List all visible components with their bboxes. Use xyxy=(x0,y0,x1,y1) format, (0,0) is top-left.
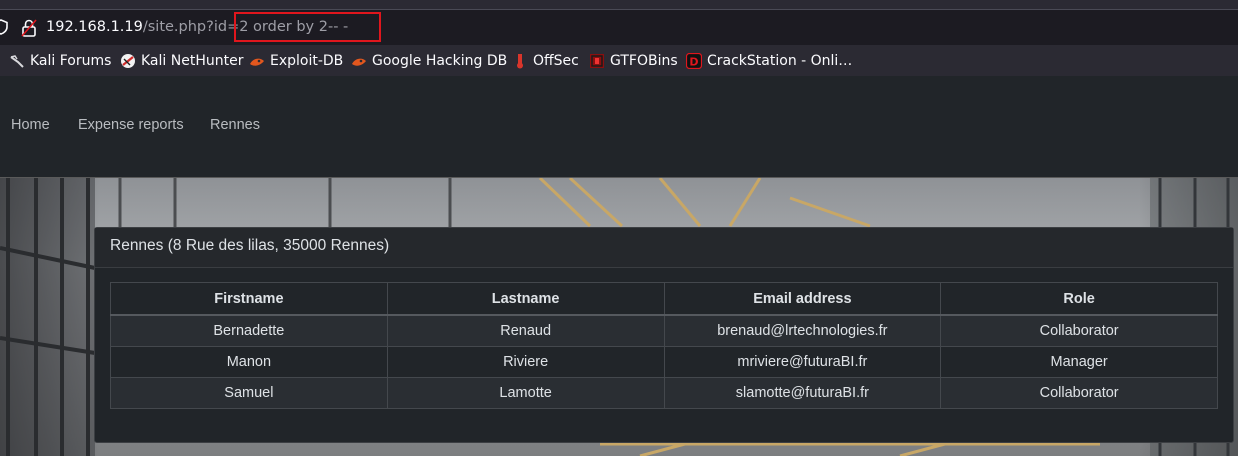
bookmark-label: GTFOBins xyxy=(610,53,678,69)
url-host: 192.168.1.19 xyxy=(46,19,143,35)
employees-table: Firstname Lastname Email address Role Be… xyxy=(110,282,1218,409)
bookmark-exploit-db[interactable]: Exploit-DB xyxy=(249,51,343,71)
svg-text:D: D xyxy=(689,55,698,68)
table-row: Bernadette Renaud brenaud@lrtechnologies… xyxy=(110,314,1218,347)
column-header: Lastname xyxy=(386,282,665,316)
exploitdb-icon xyxy=(250,58,264,66)
gtfobins-icon xyxy=(590,54,604,68)
url-field[interactable]: 192.168.1.19/site.php?id=2 order by 2-- … xyxy=(0,13,1238,41)
table-cell: Renaud xyxy=(386,314,665,347)
table-cell: Collaborator xyxy=(940,377,1218,409)
bookmark-label: OffSec xyxy=(533,53,579,69)
bookmark-kali-nethunter[interactable]: Kali NetHunter xyxy=(120,51,243,71)
url-path: /site.php?id=2 xyxy=(142,19,249,35)
nav-link-rennes[interactable]: Rennes xyxy=(210,117,260,133)
bookmark-label: Kali Forums xyxy=(30,53,112,69)
red-highlight-box xyxy=(234,12,381,42)
bookmark-google-hacking-db[interactable]: Google Hacking DB xyxy=(351,51,507,71)
bookmark-gtfobins[interactable]: GTFOBins xyxy=(589,51,678,71)
bookmark-kali-forums[interactable]: Kali Forums xyxy=(9,51,111,71)
table-cell: brenaud@lrtechnologies.fr xyxy=(663,314,942,347)
table-cell: slamotte@futuraBI.fr xyxy=(663,377,942,409)
column-header: Firstname xyxy=(110,282,388,316)
card-title: Rennes (8 Rue des lilas, 35000 Rennes) xyxy=(95,228,1233,268)
shield-icon[interactable] xyxy=(0,19,8,35)
column-header: Role xyxy=(940,282,1218,316)
bookmark-label: Kali NetHunter xyxy=(141,53,244,69)
bookmark-label: Exploit-DB xyxy=(270,53,344,69)
tab-strip-edge xyxy=(0,0,1238,10)
nav-link-home[interactable]: Home xyxy=(11,117,50,133)
kali-dragon-icon xyxy=(10,55,24,68)
nethunter-icon xyxy=(121,54,135,68)
offsec-icon xyxy=(517,54,523,69)
bookmark-label: Google Hacking DB xyxy=(372,53,508,69)
location-card: Rennes (8 Rue des lilas, 35000 Rennes) F… xyxy=(94,227,1234,443)
table-cell: Samuel xyxy=(110,377,388,409)
table-cell: mriviere@futuraBI.fr xyxy=(663,346,942,378)
ghdb-icon xyxy=(352,58,366,66)
bookmarks-toolbar: Kali Forums Kali NetHunter Exploit-DB Go… xyxy=(0,45,1238,76)
lock-icon[interactable] xyxy=(21,19,37,37)
table-cell: Manon xyxy=(110,346,388,378)
bookmark-offsec[interactable]: OffSec xyxy=(512,51,579,71)
table-cell: Manager xyxy=(940,346,1218,378)
crackstation-icon: D xyxy=(686,53,702,69)
column-header: Email address xyxy=(663,282,942,316)
table-cell: Riviere xyxy=(386,346,665,378)
table-row: Samuel Lamotte slamotte@futuraBI.fr Coll… xyxy=(110,377,1218,409)
site-navbar: Home Expense reports Rennes xyxy=(0,76,1238,178)
bookmark-label: CrackStation - Onli… xyxy=(707,53,853,69)
table-row: Manon Riviere mriviere@futuraBI.fr Manag… xyxy=(110,346,1218,378)
table-cell: Bernadette xyxy=(110,314,388,347)
bookmark-crackstation[interactable]: D CrackStation - Onli… xyxy=(686,51,852,71)
table-cell: Collaborator xyxy=(940,314,1218,347)
table-header-row: Firstname Lastname Email address Role xyxy=(110,282,1218,316)
url-bar: 192.168.1.19/site.php?id=2 order by 2-- … xyxy=(0,10,1238,44)
table-cell: Lamotte xyxy=(386,377,665,409)
nav-link-expense-reports[interactable]: Expense reports xyxy=(78,117,184,133)
